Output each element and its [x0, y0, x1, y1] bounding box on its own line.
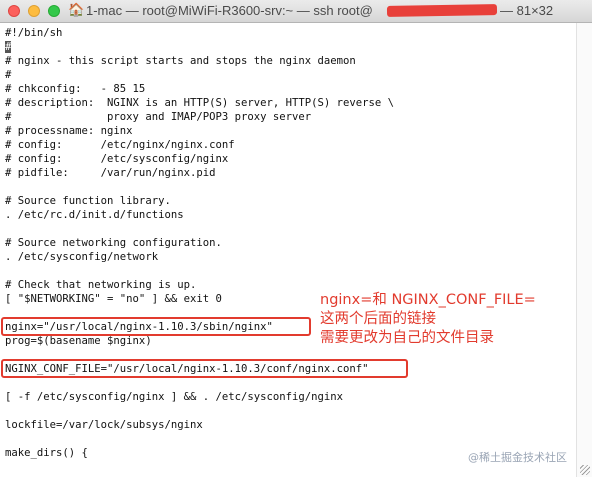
terminal-line: # [5, 69, 12, 81]
terminal-line: lockfile=/var/lock/subsys/nginx [5, 419, 203, 431]
terminal-line: # chkconfig: - 85 15 [5, 83, 146, 95]
resize-grip-icon[interactable] [580, 465, 590, 475]
terminal-line: [ -f /etc/sysconfig/nginx ] && . /etc/sy… [5, 391, 344, 403]
terminal-line: make_dirs() { [5, 447, 88, 459]
home-icon: 🏠 [68, 3, 85, 18]
title-bar[interactable]: 🏠 1-mac — root@MiWiFi-R3600-srv:~ — ssh … [0, 0, 592, 23]
highlight-box-nginx [1, 317, 311, 336]
terminal-content[interactable]: #!/bin/sh # # nginx - this script starts… [0, 23, 576, 477]
annotation-line-1: nginx=和 NGINX_CONF_FILE= [320, 292, 536, 308]
terminal-line: # Source networking configuration. [5, 237, 222, 249]
terminal-line: # processname: nginx [5, 125, 133, 137]
terminal-line: [ "$NETWORKING" = "no" ] && exit 0 [5, 293, 222, 305]
annotation-line-3: 需要更改为自己的文件目录 [320, 330, 494, 346]
watermark: @稀土掘金技术社区 [468, 451, 567, 464]
window-title: 1-mac — root@MiWiFi-R3600-srv:~ — ssh ro… [86, 3, 373, 18]
minimize-button[interactable] [28, 5, 40, 17]
terminal-line: # proxy and IMAP/POP3 proxy server [5, 111, 312, 123]
terminal-line: #!/bin/sh [5, 27, 63, 39]
terminal-line: # config: /etc/sysconfig/nginx [5, 153, 229, 165]
highlight-box-conf-file [1, 359, 408, 378]
scrollbar[interactable] [576, 23, 592, 477]
terminal-line: # pidfile: /var/run/nginx.pid [5, 167, 216, 179]
maximize-button[interactable] [48, 5, 60, 17]
terminal-window: 🏠 1-mac — root@MiWiFi-R3600-srv:~ — ssh … [0, 0, 592, 477]
terminal-line: # nginx - this script starts and stops t… [5, 55, 356, 67]
cursor: # [5, 41, 12, 53]
terminal-line: # Source function library. [5, 195, 171, 207]
terminal-line: # config: /etc/nginx/nginx.conf [5, 139, 235, 151]
terminal-line: # description: NGINX is an HTTP(S) serve… [5, 97, 395, 109]
terminal-line: . /etc/rc.d/init.d/functions [5, 209, 184, 221]
terminal-size: — 81×32 [500, 3, 554, 18]
annotation-line-2: 这两个后面的链接 [320, 311, 436, 327]
terminal-line: # [5, 40, 12, 54]
close-button[interactable] [8, 5, 20, 17]
terminal-line: prog=$(basename $nginx) [5, 335, 152, 347]
terminal-line: # Check that networking is up. [5, 279, 197, 291]
redaction-mark [386, 4, 498, 17]
terminal-line: . /etc/sysconfig/network [5, 251, 159, 263]
